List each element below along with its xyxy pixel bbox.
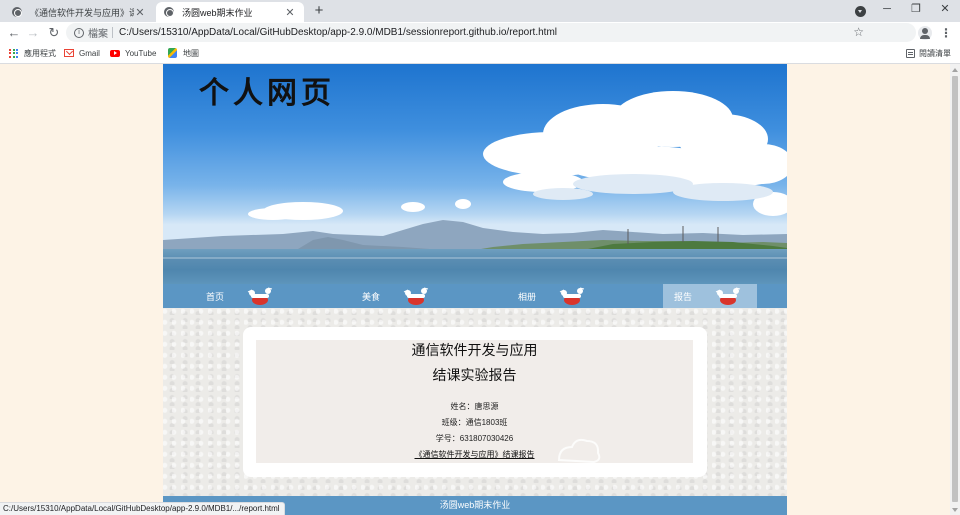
- site-title: 个人网页: [199, 76, 335, 111]
- youtube-icon: [110, 49, 120, 57]
- report-card: 通信软件开发与应用 结课实验报告 姓名：唐思源 班级：通信1803班 学号：63…: [243, 327, 707, 477]
- nav-album[interactable]: 相册: [507, 284, 601, 308]
- tab-title: 汤圆web期末作业: [182, 7, 253, 18]
- globe-icon: [164, 7, 174, 17]
- minimize-button[interactable]: ─: [872, 0, 902, 20]
- scroll-thumb[interactable]: [952, 76, 958, 502]
- url-text[interactable]: C:/Users/15310/AppData/Local/GitHubDeskt…: [119, 27, 557, 38]
- scroll-down-arrow[interactable]: [952, 508, 958, 512]
- star-icon[interactable]: ☆: [853, 25, 864, 39]
- bird-icon: [403, 287, 429, 305]
- tab-search-icon[interactable]: [855, 6, 866, 17]
- banner: 个人网页: [163, 64, 787, 284]
- bird-icon: [247, 287, 273, 305]
- nav-home[interactable]: 首页: [195, 284, 289, 308]
- bookmark-apps[interactable]: 應用程式: [9, 43, 56, 63]
- student-name: 姓名：唐思源: [450, 402, 499, 411]
- url-divider: [112, 27, 113, 38]
- bookmarks-bar: 應用程式 Gmail YouTube 地圖 閱讀清單: [0, 43, 960, 64]
- page-container: 个人网页 首页 美食 相册 报告 通信软件开发与应用 结课实验报告 姓名：唐思源…: [163, 64, 787, 515]
- globe-icon: [12, 7, 22, 17]
- report-title: 通信软件开发与应用: [411, 343, 538, 359]
- restore-button[interactable]: ❐: [901, 0, 931, 20]
- account-icon[interactable]: [918, 26, 932, 40]
- reading-list-icon: [906, 48, 915, 58]
- student-class: 班级：通信1803班: [441, 418, 508, 427]
- info-icon[interactable]: i: [74, 27, 84, 38]
- scroll-up-arrow[interactable]: [952, 68, 958, 72]
- bird-icon: [559, 287, 585, 305]
- bird-icon: [715, 287, 741, 305]
- gmail-icon: [64, 49, 74, 57]
- nav-label: 相册: [517, 291, 536, 302]
- report-subtitle: 结课实验报告: [432, 368, 517, 384]
- lake-water: [163, 249, 787, 284]
- close-icon[interactable]: ✕: [134, 6, 146, 19]
- address-bar[interactable]: i 檔案 C:/Users/15310/AppData/Local/GitHub…: [66, 23, 916, 42]
- file-scheme-label: 檔案: [88, 29, 108, 40]
- content-area: 通信软件开发与应用 结课实验报告 姓名：唐思源 班级：通信1803班 学号：63…: [163, 308, 787, 496]
- nav-label: 美食: [361, 291, 380, 302]
- window-close-button[interactable]: ✕: [930, 0, 960, 20]
- tab-web-homework[interactable]: 汤圆web期末作业 ✕: [156, 2, 304, 22]
- reload-button[interactable]: ↻: [45, 22, 63, 43]
- status-url-bubble: C:/Users/15310/AppData/Local/GitHubDeskt…: [0, 502, 285, 515]
- bookmark-label: YouTube: [125, 48, 157, 58]
- bookmark-label: Gmail: [79, 48, 100, 58]
- maps-icon: [168, 48, 177, 58]
- report-link[interactable]: 《通信软件开发与应用》结课报告: [256, 449, 693, 460]
- new-tab-button[interactable]: +: [310, 2, 328, 20]
- reading-list-label: 閱讀清單: [919, 48, 951, 58]
- bookmark-youtube[interactable]: YouTube: [110, 43, 156, 63]
- apps-icon: [9, 48, 18, 58]
- student-id: 学号：631807030426: [435, 434, 514, 443]
- bookmark-maps[interactable]: 地圖: [168, 43, 199, 63]
- tab-strip: 《通信软件开发与应用》课程结 ✕ 汤圆web期末作业 ✕ + ─ ❐ ✕: [0, 0, 960, 22]
- nav-report[interactable]: 报告: [663, 284, 757, 308]
- browser-menu-icon[interactable]: ⋮: [940, 24, 952, 42]
- reading-list-button[interactable]: 閱讀清單: [906, 43, 951, 63]
- bookmark-label: 地圖: [183, 48, 199, 58]
- bookmark-label: 應用程式: [24, 48, 56, 58]
- back-button[interactable]: ←: [5, 22, 23, 43]
- nav-label: 报告: [673, 291, 692, 302]
- bookmark-gmail[interactable]: Gmail: [64, 43, 100, 63]
- browser-toolbar: ← → ↻ i 檔案 C:/Users/15310/AppData/Local/…: [0, 22, 960, 43]
- forward-button[interactable]: →: [24, 22, 42, 43]
- tab-title: 《通信软件开发与应用》课程结: [30, 7, 134, 18]
- close-icon[interactable]: ✕: [284, 6, 296, 19]
- vertical-scrollbar[interactable]: [950, 64, 960, 515]
- nav-food[interactable]: 美食: [351, 284, 445, 308]
- nav-label: 首页: [205, 291, 224, 302]
- main-nav: 首页 美食 相册 报告: [163, 284, 787, 308]
- report-panel: 通信软件开发与应用 结课实验报告 姓名：唐思源 班级：通信1803班 学号：63…: [256, 340, 693, 463]
- tab-course-report[interactable]: 《通信软件开发与应用》课程结 ✕: [4, 2, 154, 22]
- page-viewport: 个人网页 首页 美食 相册 报告 通信软件开发与应用 结课实验报告 姓名：唐思源…: [0, 64, 950, 515]
